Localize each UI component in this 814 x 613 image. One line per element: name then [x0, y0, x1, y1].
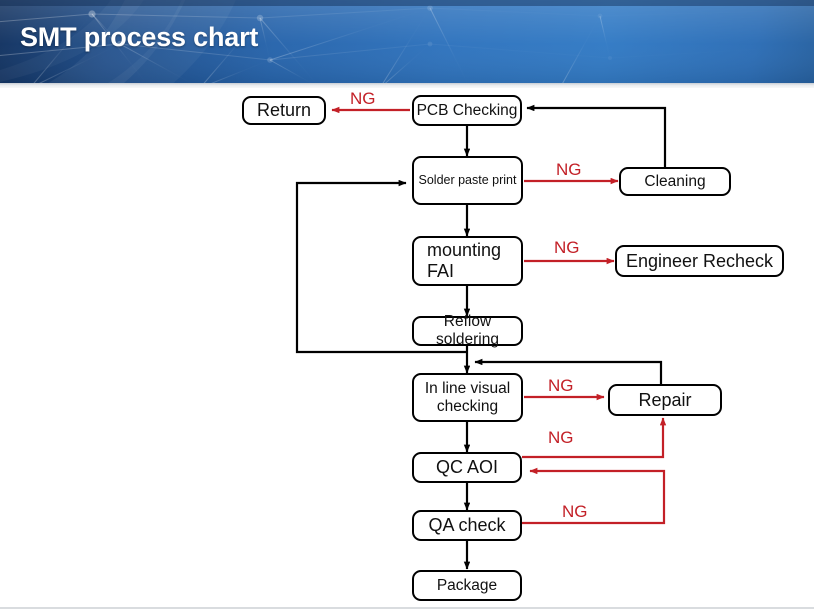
edge-label-ng-qcaoi-repair: NG: [548, 428, 574, 447]
node-return-label: Return: [256, 100, 312, 121]
node-in-line-visual-checking-label: In line visual checking: [424, 379, 511, 415]
node-qc-aoi[interactable]: QC AOI: [412, 452, 522, 483]
node-reflow-soldering[interactable]: Reflow soldering: [412, 313, 523, 348]
edge-label-ng-mounting-engineer: NG: [554, 238, 580, 257]
page-title: SMT process chart: [20, 22, 259, 52]
edge-label-ng-inline-repair: NG: [548, 376, 574, 395]
footer-rule: [0, 607, 814, 609]
node-qc-aoi-label: QC AOI: [435, 457, 498, 478]
node-repair-label: Repair: [638, 389, 692, 410]
node-package-label: Package: [436, 576, 498, 594]
slide-page: SMT process chart Return PCB Checking So…: [0, 0, 814, 613]
flowchart-canvas: Return PCB Checking Solder paste print C…: [0, 88, 814, 613]
node-repair[interactable]: Repair: [608, 384, 722, 416]
node-engineer-recheck[interactable]: Engineer Recheck: [615, 245, 784, 277]
header-bottom-rule: [0, 83, 814, 88]
node-mounting-fai[interactable]: mounting FAI: [412, 236, 523, 286]
node-pcb-checking-label: PCB Checking: [416, 101, 518, 119]
node-cleaning-label: Cleaning: [644, 172, 706, 190]
header-banner: SMT process chart: [0, 0, 814, 88]
edge-label-ng-pcb-return: NG: [350, 89, 376, 108]
node-qa-check-label: QA check: [428, 515, 506, 536]
edge-label-ng-qacheck-qcaoi: NG: [562, 502, 588, 521]
node-mounting-fai-label: mounting FAI: [427, 240, 502, 281]
node-in-line-visual-checking[interactable]: In line visual checking: [412, 373, 523, 422]
node-cleaning[interactable]: Cleaning: [619, 167, 731, 196]
node-engineer-recheck-label: Engineer Recheck: [625, 250, 774, 271]
node-qa-check[interactable]: QA check: [412, 510, 522, 541]
node-pcb-checking[interactable]: PCB Checking: [412, 95, 522, 126]
node-reflow-soldering-label: Reflow soldering: [436, 313, 499, 348]
node-solder-paste-print-label: Solder paste print: [418, 173, 517, 188]
edge-label-ng-solder-cleaning: NG: [556, 160, 582, 179]
node-package[interactable]: Package: [412, 570, 522, 601]
node-return[interactable]: Return: [242, 96, 326, 125]
node-solder-paste-print[interactable]: Solder paste print: [412, 156, 523, 205]
